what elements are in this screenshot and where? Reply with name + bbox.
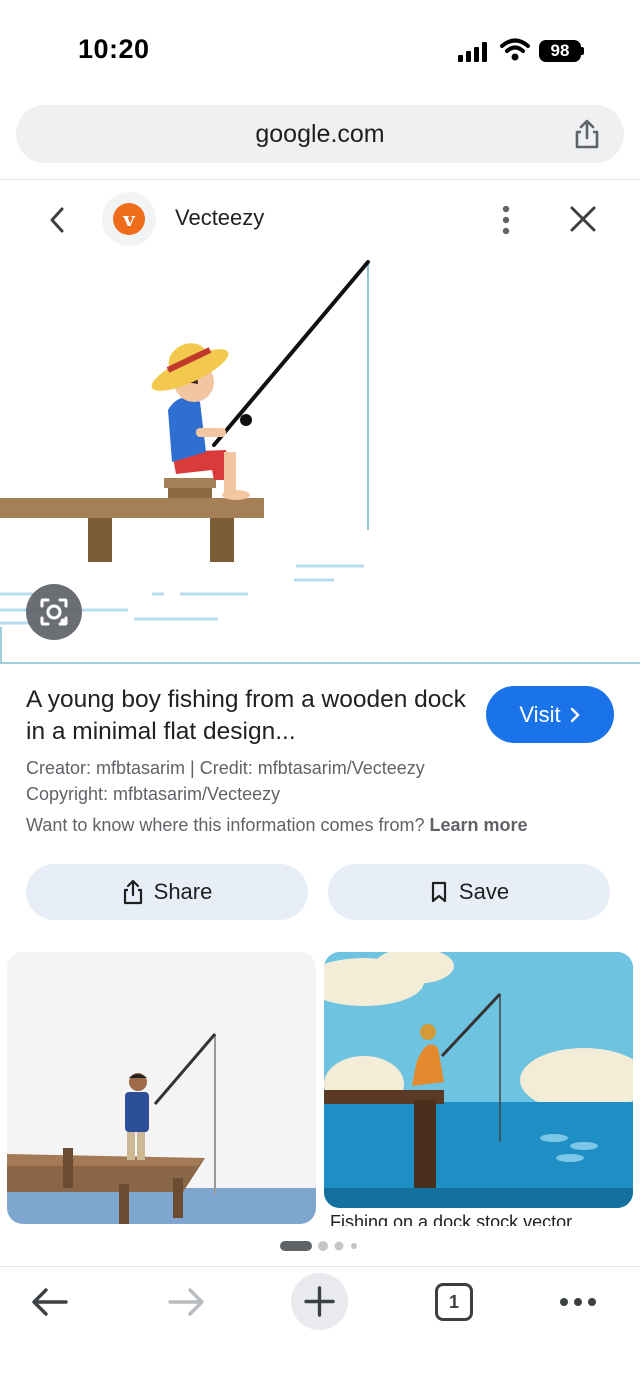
save-button[interactable]: Save	[328, 864, 610, 920]
save-label: Save	[458, 879, 510, 904]
new-tab-icon	[304, 1286, 335, 1317]
divider	[0, 179, 640, 180]
source-name[interactable]: Vecteezy	[175, 205, 264, 231]
more-icon[interactable]	[548, 1280, 608, 1324]
battery-indicator: 98	[539, 40, 581, 62]
share-button[interactable]: Share	[26, 864, 308, 920]
source-logo[interactable]: v	[102, 192, 156, 246]
signal-icon	[458, 42, 490, 62]
visit-label: Visit	[519, 701, 561, 727]
related-image-2[interactable]	[324, 952, 633, 1208]
wifi-icon	[500, 38, 530, 61]
learn-more-link[interactable]: Learn more	[430, 815, 528, 835]
tab-count: 1	[448, 1291, 459, 1312]
close-icon[interactable]	[568, 204, 598, 234]
copyright-line: Copyright: mfbtasarim/Vecteezy	[26, 784, 281, 804]
status-time: 10:20	[78, 34, 150, 64]
creator-line: Creator: mfbtasarim | Credit: mfbtasarim…	[26, 758, 425, 778]
toolbar-divider	[0, 1266, 640, 1267]
carousel-dots	[280, 1241, 357, 1251]
vecteezy-logo: v	[113, 203, 145, 235]
kebab-icon[interactable]	[496, 202, 516, 238]
battery-tip	[581, 47, 584, 55]
share-label: Share	[153, 879, 213, 904]
result-image[interactable]	[0, 252, 640, 664]
chevron-left-icon[interactable]	[44, 203, 70, 237]
url-text: google.com	[255, 119, 385, 148]
lens-icon	[40, 598, 68, 626]
related-image-2-art	[324, 952, 633, 1208]
share-icon[interactable]	[572, 118, 602, 150]
tabs-button[interactable]: 1	[435, 1283, 473, 1321]
info-source-line: Want to know where this information come…	[26, 815, 626, 836]
share-icon	[123, 879, 142, 905]
save-icon	[431, 881, 447, 903]
lens-button[interactable]	[26, 584, 82, 640]
visit-button[interactable]: Visit	[486, 686, 614, 743]
related-caption[interactable]: Fishing on a dock stock vector	[330, 1212, 630, 1226]
chevron-right-icon	[570, 707, 580, 722]
info-question: Want to know where this information come…	[26, 815, 425, 835]
image-title: A young boy fishing from a wooden dock i…	[26, 686, 466, 745]
related-image-1-art	[7, 1033, 316, 1224]
back-icon[interactable]	[20, 1280, 80, 1324]
new-tab-button[interactable]	[291, 1273, 348, 1330]
related-image-1[interactable]	[7, 952, 316, 1224]
address-bar[interactable]: google.com	[16, 105, 624, 163]
forward-icon[interactable]	[156, 1280, 216, 1324]
